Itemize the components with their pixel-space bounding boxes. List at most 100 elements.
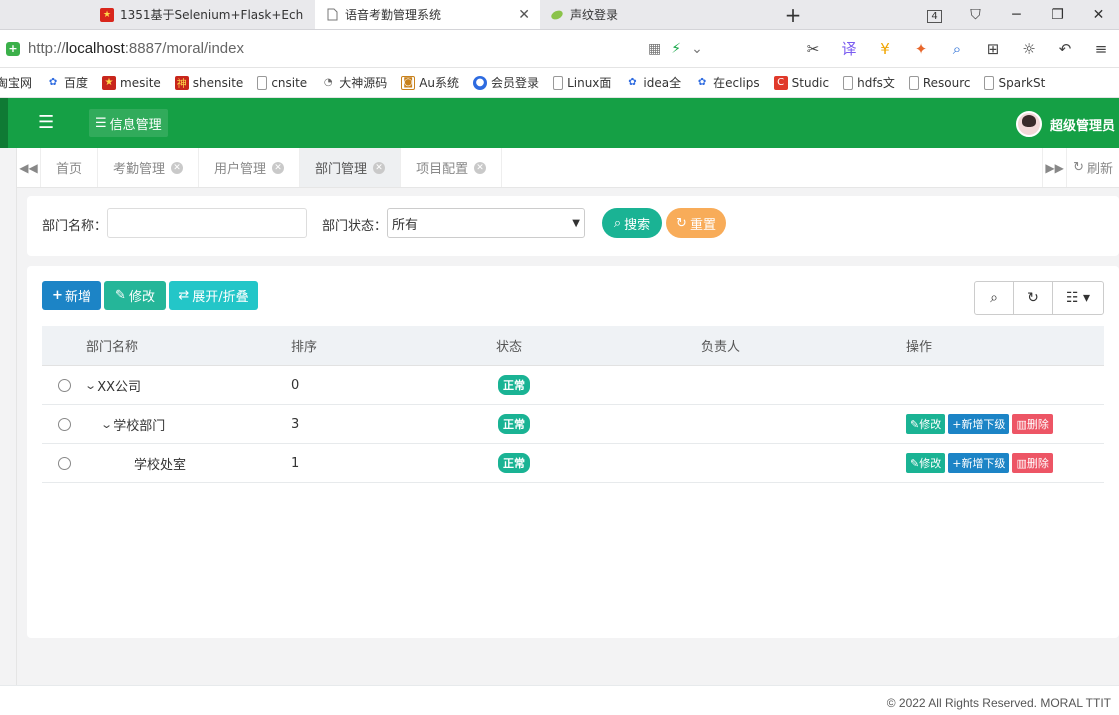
columns-icon[interactable]: ☷ ▾: [1053, 282, 1103, 314]
translate-icon[interactable]: 译: [831, 38, 867, 59]
tab-home[interactable]: 首页: [41, 148, 99, 187]
bookmark-item[interactable]: ● 会员登录: [473, 74, 539, 91]
restore-icon[interactable]: ❐: [1037, 7, 1078, 23]
logo-edge: [0, 98, 8, 148]
gamepad-icon[interactable]: ✦: [903, 40, 939, 58]
edit-button[interactable]: ✎ 修改: [104, 281, 166, 310]
row-radio[interactable]: [57, 417, 71, 431]
bookmark-item[interactable]: ✿ idea全: [625, 74, 681, 91]
table-row[interactable]: ⌄ 学校部门 3 正常 ✎ 修改 + 新增下级 ▥ 删除: [42, 405, 1104, 444]
add-button[interactable]: + 新增: [42, 281, 101, 310]
tab-count-badge[interactable]: 4: [914, 7, 955, 23]
chevron-down-icon[interactable]: ⌄: [100, 418, 113, 431]
scissors-icon[interactable]: ✂: [795, 40, 831, 58]
browser-tab-2[interactable]: 语音考勤管理系统 ✕: [315, 0, 540, 29]
refresh-icon: ↻: [1073, 160, 1084, 175]
close-icon[interactable]: ✕: [474, 161, 487, 174]
bookmark-item[interactable]: cnsite: [257, 75, 307, 90]
bookmark-item[interactable]: ✿ 在eclips: [695, 74, 760, 91]
refresh-tab-button[interactable]: ↻ 刷新: [1066, 148, 1119, 187]
url-field[interactable]: http://localhost:8887/moral/index: [28, 40, 648, 57]
row-radio[interactable]: [57, 456, 71, 470]
refresh-icon[interactable]: ↻: [1014, 282, 1053, 314]
close-icon[interactable]: ✕: [518, 7, 530, 23]
coin-icon[interactable]: ¥: [867, 40, 903, 58]
bookmark-item[interactable]: Resourc: [908, 75, 970, 90]
tabs-right-icon[interactable]: ▶▶: [1042, 148, 1066, 187]
tabs-left-icon[interactable]: ◀◀: [17, 148, 41, 187]
col-ops: 操作: [906, 340, 933, 355]
shirt-icon[interactable]: ⛉: [955, 7, 996, 23]
dept-name-label: 部门名称：: [42, 219, 108, 234]
site-icon: C: [773, 75, 788, 90]
dept-name-input[interactable]: [107, 208, 307, 238]
bookmark-item[interactable]: ◔ 大神源码: [321, 74, 387, 91]
col-owner: 负责人: [701, 340, 741, 355]
bookmark-item[interactable]: C Studic: [773, 75, 829, 90]
tab-departments[interactable]: 部门管理 ✕: [300, 148, 402, 187]
search-button[interactable]: ⌕ 搜索: [602, 208, 662, 238]
exchange-icon: ⇄: [178, 288, 190, 303]
row-radio[interactable]: [57, 378, 71, 392]
search-icon: ⌕: [613, 215, 622, 231]
tab-attendance[interactable]: 考勤管理 ✕: [98, 148, 200, 187]
brightness-icon[interactable]: ☼: [1011, 40, 1047, 58]
list-icon: ☰: [95, 115, 107, 131]
chevron-down-icon: ▼: [572, 217, 580, 229]
close-icon[interactable]: ✕: [272, 161, 285, 174]
row-delete-button[interactable]: ▥ 删除: [1012, 453, 1053, 473]
bookmark-item[interactable]: ◙ Au系统: [401, 74, 459, 91]
dept-status-label: 部门状态：: [322, 219, 388, 234]
qr-icon[interactable]: ▦: [648, 41, 661, 57]
menu-icon[interactable]: ≡: [1083, 40, 1119, 58]
paw-icon: ✿: [48, 77, 58, 88]
reset-button[interactable]: ↻ 重置: [666, 208, 726, 238]
search-icon[interactable]: ⌕: [939, 40, 975, 58]
expand-collapse-button[interactable]: ⇄ 展开/折叠: [169, 281, 258, 310]
site-icon: ◙: [401, 75, 416, 90]
table-row[interactable]: 学校处室 1 正常 ✎ 修改 + 新增下级 ▥ 删除: [42, 444, 1104, 483]
bookmark-item[interactable]: SparkSt: [984, 75, 1045, 90]
table-row[interactable]: ⌄ XX公司 0 正常: [42, 366, 1104, 405]
lightning-icon[interactable]: ⚡: [671, 41, 681, 57]
browser-tabstrip: ★ 1351基于Selenium+Flask+Ech 语音考勤管理系统 ✕ 声纹…: [0, 0, 1119, 30]
window-controls: 4 ⛉ ─ ❐ ✕: [914, 0, 1119, 29]
row-edit-button[interactable]: ✎ 修改: [906, 453, 946, 473]
tabs-right-tools: ▶▶ ↻ 刷新: [1042, 148, 1119, 187]
bookmark-item[interactable]: 神 shensite: [174, 75, 243, 90]
tab-project-config[interactable]: 项目配置 ✕: [401, 148, 503, 187]
user-menu[interactable]: 超级管理员: [1015, 111, 1115, 137]
col-status: 状态: [496, 340, 523, 355]
search-icon[interactable]: ⌕: [975, 282, 1014, 314]
row-add-sub-button[interactable]: + 新增下级: [948, 453, 1010, 473]
avatar: [1015, 111, 1042, 137]
table-header: 部门名称 排序 状态 负责人 操作: [42, 326, 1104, 366]
info-menu-button[interactable]: ☰ 信息管理: [89, 109, 168, 137]
close-icon[interactable]: ✕: [171, 161, 184, 174]
row-delete-button[interactable]: ▥ 删除: [1012, 414, 1053, 434]
chevron-down-icon[interactable]: ⌄: [691, 41, 703, 57]
close-window-icon[interactable]: ✕: [1078, 7, 1119, 23]
dept-status-select[interactable]: 所有 ▼: [387, 208, 585, 238]
browser-tab-label: 1351基于Selenium+Flask+Ech: [120, 8, 304, 22]
tab-users[interactable]: 用户管理 ✕: [199, 148, 301, 187]
bookmark-item[interactable]: hdfs文: [843, 74, 895, 91]
undo-icon[interactable]: ↶: [1047, 40, 1083, 58]
minimize-icon[interactable]: ─: [996, 7, 1037, 23]
browser-tab-1[interactable]: ★ 1351基于Selenium+Flask+Ech: [90, 0, 315, 29]
bookmark-item[interactable]: ★ mesite: [102, 75, 161, 90]
row-edit-button[interactable]: ✎ 修改: [906, 414, 946, 434]
plus-shield-icon: +: [6, 41, 20, 56]
close-icon[interactable]: ✕: [373, 161, 386, 174]
grid-icon[interactable]: ⊞: [975, 40, 1011, 58]
new-tab-icon[interactable]: +: [775, 0, 811, 29]
sidebar-collapsed: [0, 148, 17, 685]
hamburger-icon[interactable]: ☰: [38, 112, 54, 133]
row-add-sub-button[interactable]: + 新增下级: [948, 414, 1010, 434]
bookmark-item[interactable]: 淘宝网: [0, 74, 32, 91]
dept-table: 部门名称 排序 状态 负责人 操作 ⌄ XX公司 0 正常 ⌄ 学校部门 3 正常 …: [42, 326, 1104, 483]
browser-tab-3[interactable]: 声纹登录: [540, 0, 765, 29]
bookmark-item[interactable]: Linux面: [553, 74, 611, 91]
chevron-down-icon[interactable]: ⌄: [84, 379, 97, 392]
bookmark-item[interactable]: ✿ 百度: [46, 74, 88, 91]
